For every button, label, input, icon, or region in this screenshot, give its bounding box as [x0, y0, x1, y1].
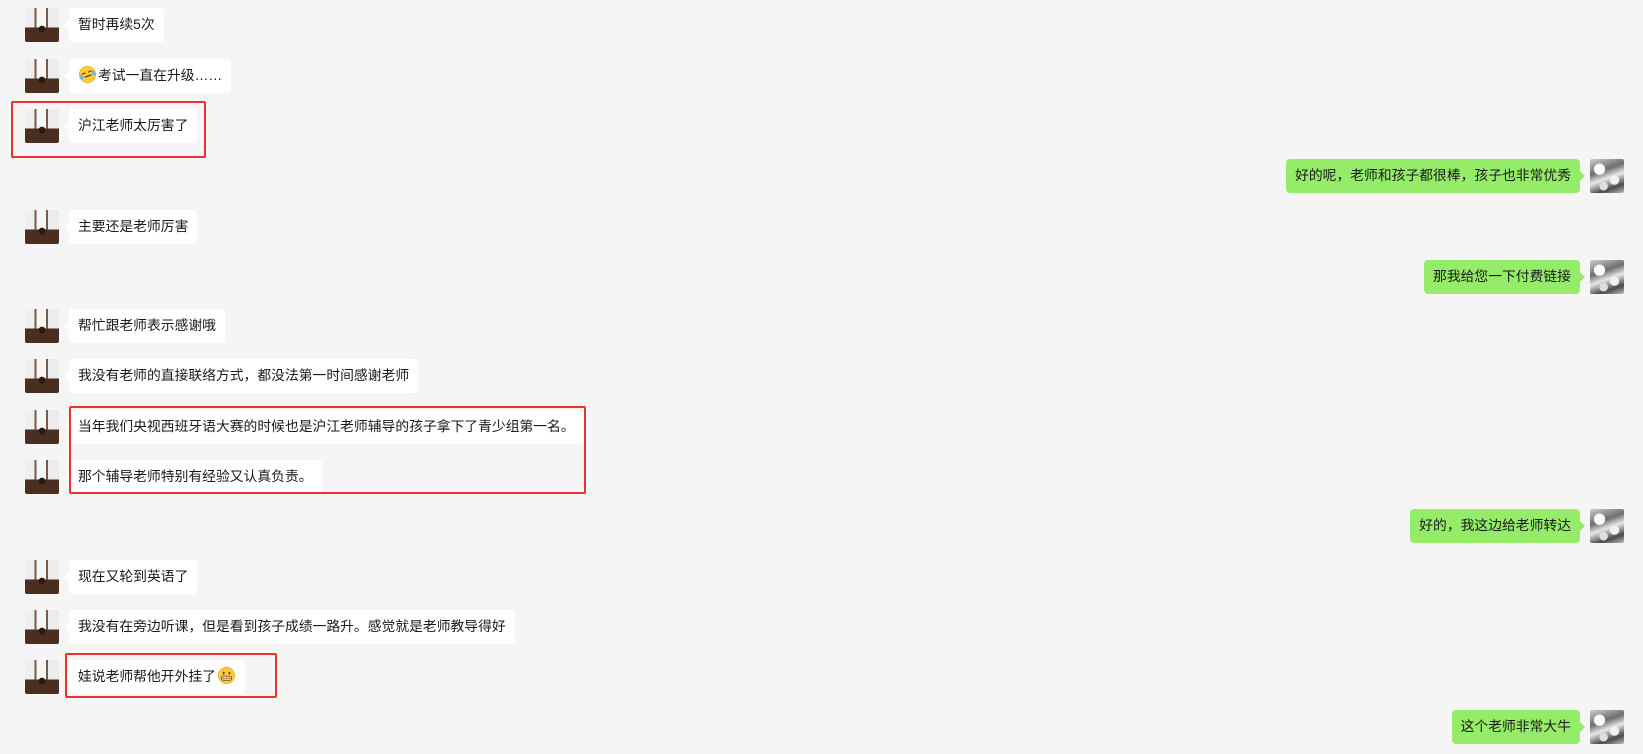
message-row: 主要还是老师厉害 [0, 210, 1643, 244]
contact-avatar[interactable] [25, 59, 59, 93]
message-text: 考试一直在升级…… [98, 68, 223, 83]
self-avatar[interactable] [1590, 710, 1624, 744]
message-row: 我没有老师的直接联络方式，都没法第一时间感谢老师 [0, 359, 1643, 393]
message-text: 沪江老师太厉害了 [78, 118, 189, 133]
contact-avatar[interactable] [25, 660, 59, 694]
message-text: 帮忙跟老师表示感谢哦 [78, 318, 216, 333]
message-text: 暂时再续5次 [78, 17, 155, 32]
contact-avatar[interactable] [25, 359, 59, 393]
message-text: 这个老师非常大牛 [1460, 719, 1571, 734]
message-row: 考试一直在升级…… [0, 59, 1643, 93]
message-row: 我没有在旁边听课，但是看到孩子成绩一路升。感觉就是老师教导得好 [0, 610, 1643, 644]
message-row: 那我给您一下付费链接 [0, 260, 1643, 294]
incoming-message-bubble[interactable]: 我没有在旁边听课，但是看到孩子成绩一路升。感觉就是老师教导得好 [64, 610, 515, 644]
incoming-message-bubble[interactable]: 沪江老师太厉害了 [63, 109, 198, 143]
outgoing-message-bubble[interactable]: 好的，我这边给老师转达 [1410, 509, 1585, 543]
message-text: 那我给您一下付费链接 [1433, 269, 1571, 284]
message-row: 好的呢，老师和孩子都很棒，孩子也非常优秀 [0, 159, 1643, 193]
self-avatar[interactable] [1590, 509, 1624, 543]
message-text: 好的呢，老师和孩子都很棒，孩子也非常优秀 [1295, 168, 1571, 183]
contact-avatar[interactable] [25, 8, 59, 42]
message-text: 那个辅导老师特别有经验又认真负责。 [78, 469, 313, 484]
contact-avatar[interactable] [25, 109, 59, 143]
message-text: 我没有在旁边听课，但是看到孩子成绩一路升。感觉就是老师教导得好 [78, 619, 506, 634]
grinning-icon [217, 666, 236, 685]
message-text: 娃说老师帮他开外挂了 [78, 669, 216, 684]
message-row: 帮忙跟老师表示感谢哦 [0, 309, 1643, 343]
laughing-with-tears-icon [78, 65, 97, 84]
message-row: 现在又轮到英语了 [0, 560, 1643, 594]
incoming-message-bubble[interactable]: 现在又轮到英语了 [63, 560, 198, 594]
message-row: 这个老师非常大牛 [0, 710, 1643, 744]
message-text: 当年我们央视西班牙语大赛的时候也是沪江老师辅导的孩子拿下了青少组第一名。 [78, 419, 575, 434]
outgoing-message-bubble[interactable]: 这个老师非常大牛 [1451, 710, 1586, 744]
contact-avatar[interactable] [25, 309, 59, 343]
self-avatar[interactable] [1590, 260, 1624, 294]
incoming-message-bubble[interactable]: 考试一直在升级…… [63, 59, 232, 93]
outgoing-message-bubble[interactable]: 好的呢，老师和孩子都很棒，孩子也非常优秀 [1286, 159, 1585, 193]
message-row: 娃说老师帮他开外挂了 [0, 660, 1643, 694]
contact-avatar[interactable] [25, 460, 59, 494]
incoming-message-bubble[interactable]: 我没有老师的直接联络方式，都没法第一时间感谢老师 [63, 359, 419, 393]
chat-message-area[interactable]: 暂时再续5次 考试一直在升级…… 沪江老师太厉害了 好的呢，老师和孩子都很棒，孩… [0, 0, 1643, 754]
message-text: 好的，我这边给老师转达 [1419, 518, 1571, 533]
contact-avatar[interactable] [25, 560, 59, 594]
message-text: 现在又轮到英语了 [78, 569, 189, 584]
message-row: 那个辅导老师特别有经验又认真负责。 [0, 460, 1643, 494]
incoming-message-bubble[interactable]: 娃说老师帮他开外挂了 [64, 660, 245, 694]
message-text: 主要还是老师厉害 [78, 219, 189, 234]
contact-avatar[interactable] [25, 410, 59, 444]
message-row: 好的，我这边给老师转达 [0, 509, 1643, 543]
incoming-message-bubble[interactable]: 暂时再续5次 [64, 8, 164, 42]
outgoing-message-bubble[interactable]: 那我给您一下付费链接 [1424, 260, 1585, 294]
message-text: 我没有老师的直接联络方式，都没法第一时间感谢老师 [78, 368, 410, 383]
incoming-message-bubble[interactable]: 当年我们央视西班牙语大赛的时候也是沪江老师辅导的孩子拿下了青少组第一名。 [64, 410, 584, 444]
contact-avatar[interactable] [25, 210, 59, 244]
incoming-message-bubble[interactable]: 那个辅导老师特别有经验又认真负责。 [64, 460, 322, 494]
incoming-message-bubble[interactable]: 帮忙跟老师表示感谢哦 [64, 309, 225, 343]
self-avatar[interactable] [1590, 159, 1624, 193]
message-row: 沪江老师太厉害了 [0, 109, 1643, 143]
message-row: 当年我们央视西班牙语大赛的时候也是沪江老师辅导的孩子拿下了青少组第一名。 [0, 410, 1643, 444]
message-row: 暂时再续5次 [0, 8, 1643, 42]
contact-avatar[interactable] [25, 610, 59, 644]
incoming-message-bubble[interactable]: 主要还是老师厉害 [63, 210, 198, 244]
